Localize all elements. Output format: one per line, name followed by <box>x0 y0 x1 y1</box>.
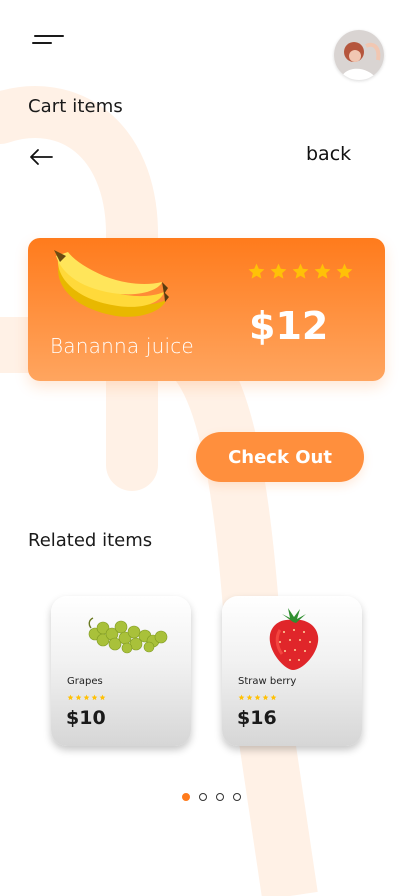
star-icon <box>314 263 331 279</box>
star-icon <box>292 263 309 279</box>
related-item-price: $16 <box>237 707 277 729</box>
related-item-rating <box>67 694 106 701</box>
cart-item-price: $12 <box>249 304 329 348</box>
star-icon <box>336 263 353 279</box>
star-icon <box>270 263 287 279</box>
strawberry-image <box>269 608 319 670</box>
star-icon <box>75 694 82 701</box>
star-icon <box>238 694 245 701</box>
star-icon <box>246 694 253 701</box>
cart-item-name: Bananna juice <box>50 334 194 358</box>
star-icon <box>254 694 261 701</box>
back-arrow-icon[interactable] <box>28 148 54 166</box>
pagination-dot-1[interactable] <box>182 793 190 801</box>
page-title: Cart items <box>28 96 123 117</box>
pagination-dots <box>182 793 241 801</box>
star-icon <box>83 694 90 701</box>
related-item-name: Grapes <box>67 676 103 687</box>
star-icon <box>248 263 265 279</box>
pagination-dot-4[interactable] <box>233 793 241 801</box>
avatar-image <box>334 30 384 80</box>
related-item-price: $10 <box>66 707 106 729</box>
cart-item-rating <box>247 262 354 281</box>
star-icon <box>270 694 277 701</box>
menu-icon[interactable] <box>30 30 70 50</box>
star-icon <box>91 694 98 701</box>
pagination-dot-2[interactable] <box>199 793 207 801</box>
back-link[interactable]: back <box>306 143 351 165</box>
pagination-dot-3[interactable] <box>216 793 224 801</box>
star-icon <box>262 694 269 701</box>
avatar[interactable] <box>334 30 384 80</box>
related-item-card-grapes[interactable]: Grapes $10 <box>51 596 191 746</box>
banana-image <box>54 250 169 317</box>
related-item-card-strawberry[interactable]: Straw berry $16 <box>222 596 362 746</box>
checkout-button[interactable]: Check Out <box>196 432 364 482</box>
cart-item-card[interactable]: Bananna juice $12 <box>28 238 385 381</box>
related-item-rating <box>238 694 277 701</box>
star-icon <box>67 694 74 701</box>
grapes-image <box>88 617 168 654</box>
related-item-name: Straw berry <box>238 676 297 687</box>
star-icon <box>99 694 106 701</box>
related-items-title: Related items <box>28 530 153 551</box>
